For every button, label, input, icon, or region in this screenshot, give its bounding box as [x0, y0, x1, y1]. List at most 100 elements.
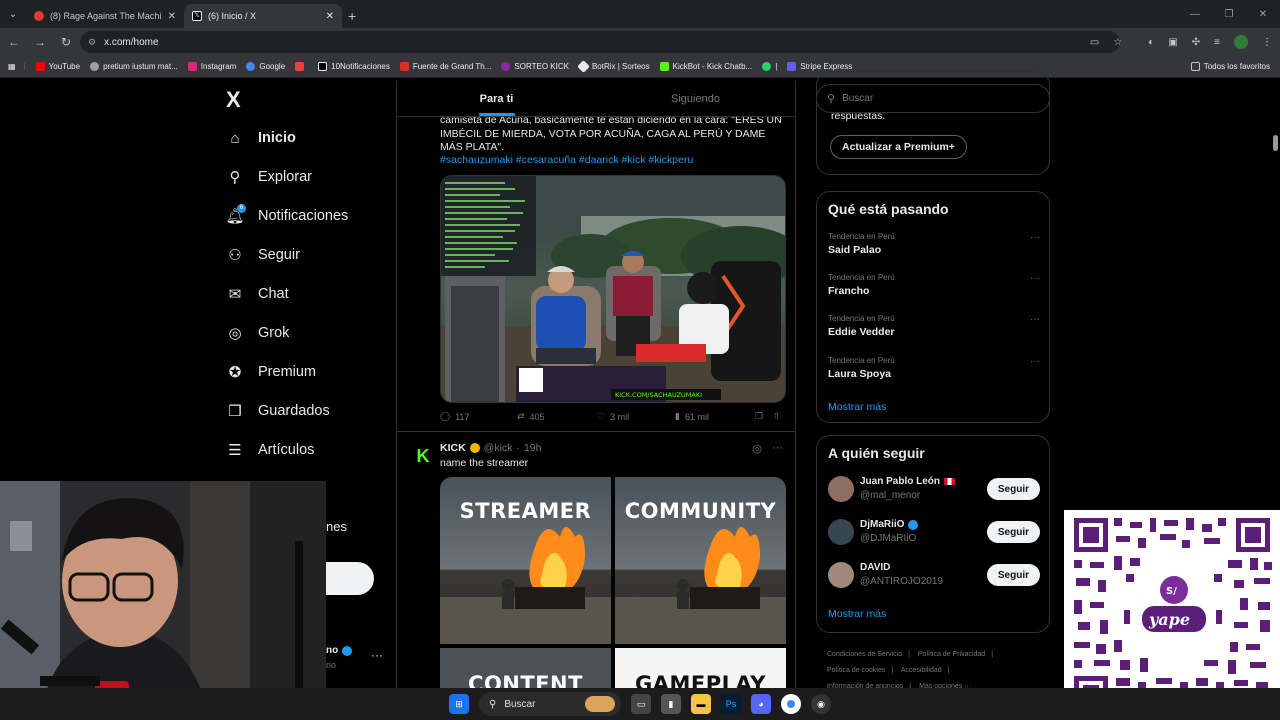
discord-icon[interactable]: ◕	[751, 694, 771, 714]
close-tab-icon[interactable]: ✕	[168, 11, 176, 22]
nav-item-home[interactable]: ⌂ Inicio	[226, 126, 295, 150]
bookmark-item[interactable]: Fuente de Grand Th...	[399, 62, 491, 71]
nav-item-grok[interactable]: ◎ Grok	[226, 321, 289, 345]
more-options-icon[interactable]: ···	[1030, 273, 1040, 284]
new-tab-button[interactable]: +	[348, 4, 356, 28]
reading-list-icon[interactable]: ≡	[1214, 37, 1220, 48]
reload-icon[interactable]: ↻	[54, 35, 78, 49]
show-more-link[interactable]: Mostrar más	[828, 401, 886, 413]
follow-button[interactable]: Seguir	[986, 564, 1040, 586]
tab-following[interactable]: Siguiendo	[596, 81, 795, 116]
nav-item-premium[interactable]: ✪ Premium	[226, 360, 316, 384]
forward-arrow-icon[interactable]: →	[28, 35, 52, 49]
reply-button[interactable]: ◯ 117	[440, 411, 517, 422]
bookmark-item[interactable]: KickBot - Kick Chatb...	[659, 62, 752, 71]
back-arrow-icon[interactable]: ←	[2, 35, 26, 49]
post-media-grid[interactable]: STREAMER COMMUNITY CONTENT GAMEPLAY	[440, 477, 786, 688]
page-scrollbar[interactable]	[1272, 85, 1278, 683]
repost-button[interactable]: ⇄ 405	[517, 411, 597, 422]
photoshop-icon[interactable]: Ps	[721, 694, 741, 714]
follow-button[interactable]: Seguir	[986, 478, 1040, 500]
address-bar[interactable]: ⚙ x.com/home	[80, 31, 1120, 53]
more-options-icon[interactable]: ···	[772, 442, 783, 455]
media-panel-streamer[interactable]: STREAMER	[440, 477, 611, 644]
bookmark-item[interactable]: YouTube	[35, 62, 80, 71]
minimize-icon[interactable]: —	[1178, 0, 1212, 28]
like-button[interactable]: ♡ 3 mil	[597, 411, 675, 422]
nav-item-notifications[interactable]: 🔔︎ 6 Notificaciones	[225, 204, 348, 228]
bookmark-item[interactable]: SORTEO KICK	[501, 62, 569, 71]
share-icon[interactable]: ⇧	[773, 411, 781, 422]
more-options-icon[interactable]: ···	[1030, 232, 1040, 243]
app-icon[interactable]: ▮	[661, 694, 681, 714]
apps-grid-icon[interactable]: ▦	[8, 62, 16, 71]
more-options-icon[interactable]: ···	[1030, 314, 1040, 325]
bookmark-item[interactable]: |	[762, 62, 777, 71]
media-panel-gameplay[interactable]: GAMEPLAY	[615, 648, 786, 688]
bookmark-item[interactable]: Instagram	[187, 62, 236, 71]
bookmark-item[interactable]: 10Notificaciones	[318, 62, 390, 71]
post-time[interactable]: 19h	[524, 442, 542, 454]
browser-menu-icon[interactable]: ⋮	[1262, 37, 1272, 48]
x-logo-icon[interactable]: X	[226, 89, 248, 111]
windows-start-icon[interactable]: ⊞	[449, 694, 469, 714]
close-tab-icon[interactable]: ✕	[326, 11, 334, 22]
views-button[interactable]: ▮ 61 mil	[675, 411, 755, 422]
more-options-icon[interactable]: ···	[1030, 356, 1040, 367]
extension-icon[interactable]: ◐	[1148, 37, 1154, 48]
taskbar-search[interactable]: ⚲ Buscar	[479, 692, 621, 716]
tab-search-icon[interactable]: ⌄	[0, 0, 26, 28]
follow-suggestion[interactable]: DAVID @ANTIROJO2019 Seguir	[828, 560, 1040, 590]
follow-button[interactable]: Seguir	[986, 521, 1040, 543]
post-hashtags[interactable]: #sachauzumaki #cesaracuña #daarick #kick…	[440, 154, 693, 166]
bookmark-post-icon[interactable]: ❒	[755, 411, 773, 422]
show-more-link[interactable]: Mostrar más	[828, 608, 886, 620]
scrollbar-thumb[interactable]	[1273, 135, 1278, 151]
grok-post-icon[interactable]: ◎	[752, 442, 762, 455]
trend-item[interactable]: Tendencia en Perú Francho ···	[828, 273, 1040, 297]
obs-icon[interactable]: ◉	[811, 694, 831, 714]
nav-item-bookmarks[interactable]: ❒ Guardados	[226, 399, 329, 423]
chrome-icon[interactable]	[781, 694, 801, 714]
close-window-icon[interactable]: ✕	[1246, 0, 1280, 28]
nav-item-chat[interactable]: ✉ Chat	[226, 282, 289, 306]
follow-suggestion[interactable]: DjMaRiiO @DJMaRIiO Seguir	[828, 517, 1040, 547]
site-info-icon[interactable]: ⚙	[88, 37, 96, 48]
bookmark-item[interactable]: pretium iustum mat...	[90, 62, 178, 71]
upgrade-premium-button[interactable]: Actualizar a Premium+	[830, 135, 967, 159]
browser-tab-youtube[interactable]: (8) Rage Against The Machine - ✕	[26, 4, 184, 28]
account-switcher-partial[interactable]: no	[326, 645, 353, 656]
nav-item-partial-label[interactable]: nes	[326, 519, 347, 534]
avatar[interactable]	[828, 562, 854, 588]
extension-icon[interactable]: ▣	[1168, 37, 1177, 48]
bookmark-item[interactable]: BotRix | Sorteos	[577, 60, 650, 73]
star-bookmark-icon[interactable]: ☆	[1113, 37, 1122, 48]
all-bookmarks[interactable]: Todos los favoritos	[1190, 62, 1270, 71]
post-button-partial[interactable]	[326, 562, 374, 595]
bookmark-item[interactable]: Google	[246, 62, 285, 71]
avatar[interactable]	[828, 476, 854, 502]
search-input[interactable]: ⚲ Buscar	[816, 84, 1050, 113]
post-author-handle[interactable]: @kick	[484, 442, 513, 454]
nav-item-follow[interactable]: ⚇ Seguir	[226, 243, 300, 267]
maximize-icon[interactable]: ❐	[1212, 0, 1246, 28]
media-panel-community[interactable]: COMMUNITY	[615, 477, 786, 644]
extensions-puzzle-icon[interactable]: ✣	[1192, 37, 1200, 48]
post-author-name[interactable]: KICK	[440, 442, 466, 454]
bookmark-item[interactable]	[295, 62, 308, 71]
profile-avatar[interactable]	[1234, 35, 1248, 49]
nav-item-articles[interactable]: ☰ Artículos	[226, 438, 314, 462]
trend-item[interactable]: Tendencia en Perú Eddie Vedder ···	[828, 314, 1040, 338]
task-view-icon[interactable]: ▭	[631, 694, 651, 714]
account-more-icon[interactable]: ···	[371, 648, 383, 662]
trend-item[interactable]: Tendencia en Perú Said Palao ···	[828, 232, 1040, 256]
kick-avatar[interactable]: K	[412, 445, 434, 467]
trend-item[interactable]: Tendencia en Perú Laura Spoya ···	[828, 356, 1040, 380]
tab-for-you[interactable]: Para ti	[397, 81, 596, 116]
post-media-video[interactable]: KICK.COM/SACHAUZUMAKI	[440, 175, 786, 403]
nav-item-explore[interactable]: ⚲ Explorar	[226, 165, 313, 189]
avatar[interactable]	[828, 519, 854, 545]
browser-tab-x[interactable]: 𝕏 (6) Inicio / X ✕	[184, 4, 342, 28]
cast-icon[interactable]: ▭	[1090, 37, 1099, 48]
media-panel-content[interactable]: CONTENT	[440, 648, 611, 688]
